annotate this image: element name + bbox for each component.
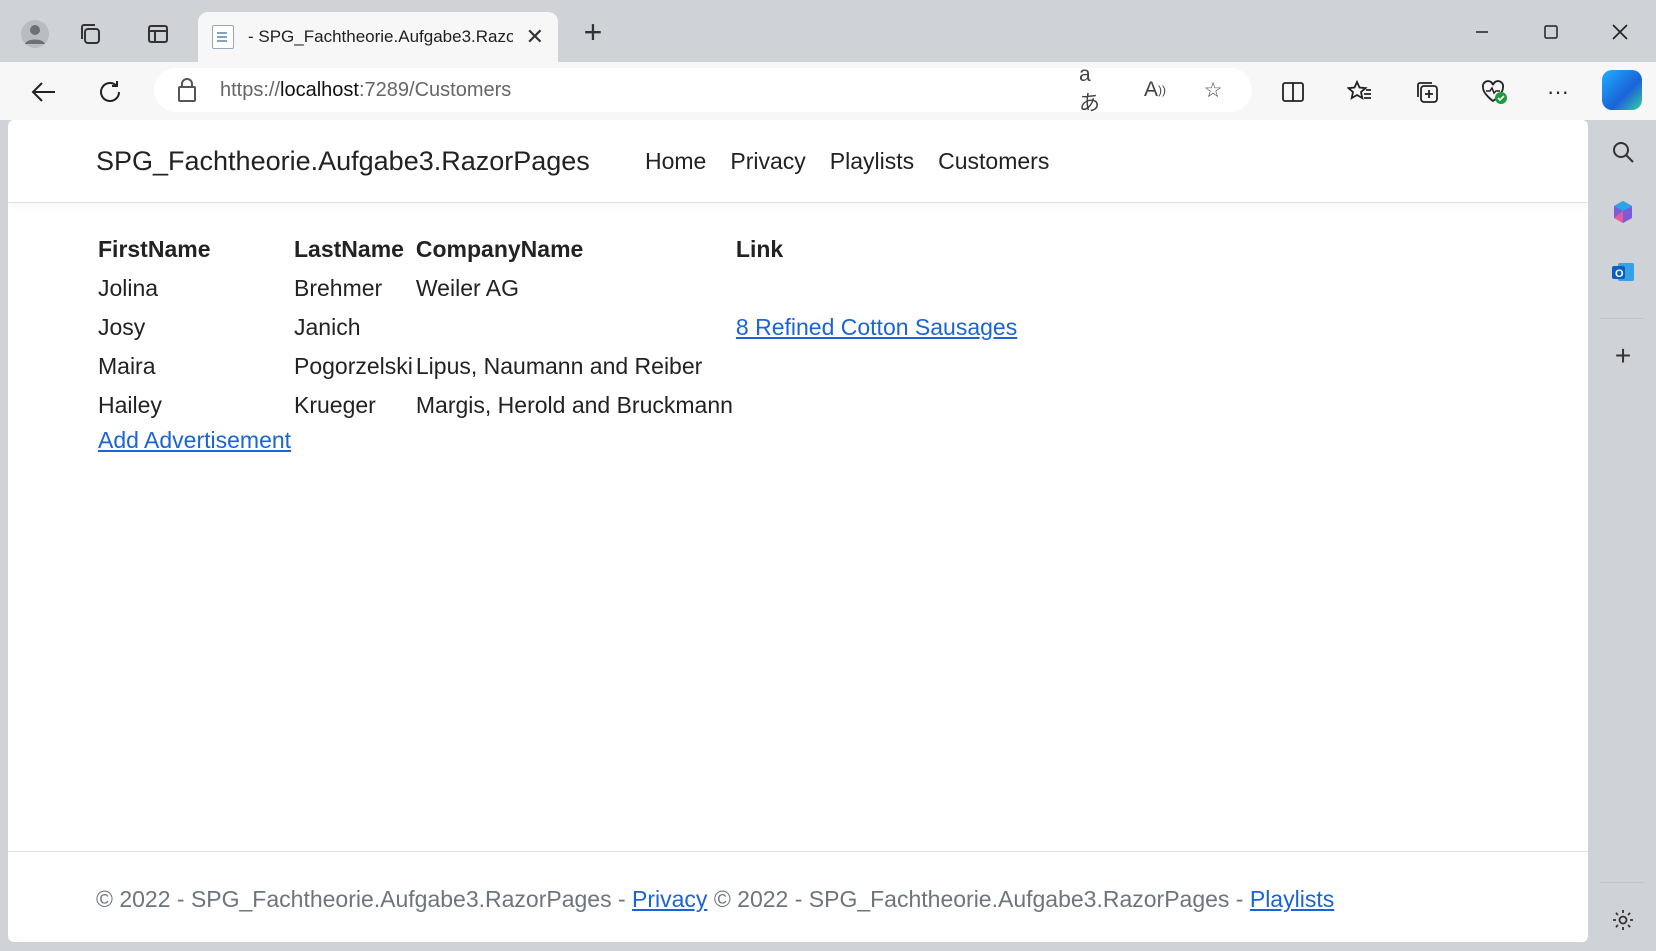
footer-text: © 2022 - SPG_Fachtheorie.Aufgabe3.RazorP…: [96, 886, 1334, 913]
site-brand-link[interactable]: SPG_Fachtheorie.Aufgabe3.RazorPages: [96, 146, 590, 177]
split-screen-icon[interactable]: [1273, 72, 1313, 112]
edge-sidebar: O +: [1590, 120, 1656, 951]
footer-playlists-link[interactable]: Playlists: [1250, 886, 1334, 912]
cell-link: 8 Refined Cotton Sausages: [736, 308, 1020, 347]
page-favicon-icon: [212, 25, 234, 49]
sidebar-add-icon[interactable]: +: [1603, 336, 1643, 376]
sidebar-divider: [1600, 318, 1644, 319]
header-firstname: FirstName: [98, 235, 211, 262]
lock-icon[interactable]: [178, 78, 196, 102]
url-path: :7289/Customers: [358, 78, 512, 101]
sidebar-divider: [1600, 882, 1644, 883]
advertisement-link[interactable]: 8 Refined Cotton Sausages: [736, 314, 1017, 340]
workspaces-icon[interactable]: [70, 14, 110, 54]
collections-icon[interactable]: [1407, 72, 1447, 112]
nav-link-privacy[interactable]: Privacy: [730, 148, 805, 175]
new-tab-icon[interactable]: +: [575, 14, 611, 50]
footer-copyright: © 2022 - SPG_Fachtheorie.Aufgabe3.RazorP…: [707, 886, 1250, 912]
address-bar[interactable]: https://localhost:7289/Customers aあ A)) …: [154, 63, 1252, 115]
table-row: Josy Janich 8 Refined Cotton Sausages: [98, 308, 1020, 347]
cell-firstname: Josy: [98, 313, 146, 340]
microsoft365-icon[interactable]: [1603, 192, 1643, 232]
footer-copyright: © 2022 - SPG_Fachtheorie.Aufgabe3.RazorP…: [96, 886, 633, 912]
table-row: Hailey Krueger Margis, Herold and Bruckm…: [98, 386, 1020, 425]
url-host: localhost: [280, 78, 359, 101]
vertical-tabs-icon[interactable]: [138, 14, 178, 54]
title-bar: - SPG_Fachtheorie.Aufgabe3.Razor ✕ +: [0, 0, 1656, 62]
cell-lastname: Brehmer: [294, 274, 383, 301]
customers-table: FirstName LastName CompanyName Link Joli…: [98, 230, 1020, 425]
header-link: Link: [735, 235, 784, 262]
web-page: SPG_Fachtheorie.Aufgabe3.RazorPages Home…: [8, 120, 1588, 942]
minimize-icon[interactable]: [1452, 14, 1512, 50]
settings-gear-icon[interactable]: [1603, 900, 1643, 940]
main-content: FirstName LastName CompanyName Link Joli…: [98, 230, 1020, 454]
browser-window: - SPG_Fachtheorie.Aufgabe3.Razor ✕ + htt…: [0, 0, 1656, 951]
cell-lastname: Krueger: [294, 391, 376, 418]
nav-links: Home Privacy Playlists Customers: [645, 148, 1049, 175]
site-footer: © 2022 - SPG_Fachtheorie.Aufgabe3.RazorP…: [8, 851, 1588, 942]
cell-companyname: Weiler AG: [415, 274, 519, 301]
nav-link-playlists[interactable]: Playlists: [830, 148, 914, 175]
more-options-icon[interactable]: ···: [1538, 72, 1578, 112]
browser-tab[interactable]: - SPG_Fachtheorie.Aufgabe3.Razor ✕: [198, 12, 558, 62]
cell-firstname: Jolina: [98, 274, 159, 301]
header-lastname: LastName: [294, 235, 404, 262]
tab-close-icon[interactable]: ✕: [526, 24, 544, 50]
maximize-icon[interactable]: [1521, 14, 1581, 50]
browser-essentials-icon[interactable]: [1474, 72, 1514, 112]
nav-link-home[interactable]: Home: [645, 148, 706, 175]
refresh-icon[interactable]: [88, 70, 132, 114]
cell-companyname: Margis, Herold and Bruckmann: [415, 391, 733, 418]
tab-title: - SPG_Fachtheorie.Aufgabe3.Razor: [248, 27, 513, 46]
svg-text:O: O: [1615, 268, 1624, 280]
cell-firstname: Maira: [98, 352, 156, 379]
url-text[interactable]: https://localhost:7289/Customers: [220, 79, 511, 102]
footer-privacy-link[interactable]: Privacy: [632, 886, 707, 912]
cell-companyname: Lipus, Naumann and Reiber: [415, 352, 703, 379]
back-icon[interactable]: [22, 70, 66, 114]
header-companyname: CompanyName: [415, 235, 584, 262]
sidebar-search-icon[interactable]: [1603, 132, 1643, 172]
cell-link: [736, 269, 1020, 308]
favorites-icon[interactable]: [1340, 72, 1380, 112]
copilot-icon[interactable]: [1602, 70, 1642, 110]
cell-lastname: Janich: [294, 313, 361, 340]
cell-lastname: Pogorzelski: [294, 352, 413, 379]
translate-icon[interactable]: aあ: [1079, 63, 1111, 115]
cell-link: [736, 386, 1020, 425]
profile-icon[interactable]: [15, 14, 55, 54]
url-scheme: https://: [220, 78, 281, 101]
outlook-icon[interactable]: O: [1603, 252, 1643, 292]
close-window-icon[interactable]: [1590, 14, 1650, 50]
read-aloud-icon[interactable]: A)): [1139, 74, 1171, 106]
site-navbar: SPG_Fachtheorie.Aufgabe3.RazorPages Home…: [8, 120, 1588, 203]
favorite-star-icon[interactable]: ☆: [1197, 74, 1229, 106]
table-row: Jolina Brehmer Weiler AG: [98, 269, 1020, 308]
cell-link: [736, 347, 1020, 386]
browser-toolbar: https://localhost:7289/Customers aあ A)) …: [0, 62, 1656, 120]
nav-link-customers[interactable]: Customers: [938, 148, 1049, 175]
cell-firstname: Hailey: [98, 391, 162, 418]
table-row: Maira Pogorzelski Lipus, Naumann and Rei…: [98, 347, 1020, 386]
add-advertisement-link[interactable]: Add Advertisement: [98, 427, 291, 454]
table-header-row: FirstName LastName CompanyName Link: [98, 230, 1020, 269]
cell-companyname: [416, 308, 736, 347]
